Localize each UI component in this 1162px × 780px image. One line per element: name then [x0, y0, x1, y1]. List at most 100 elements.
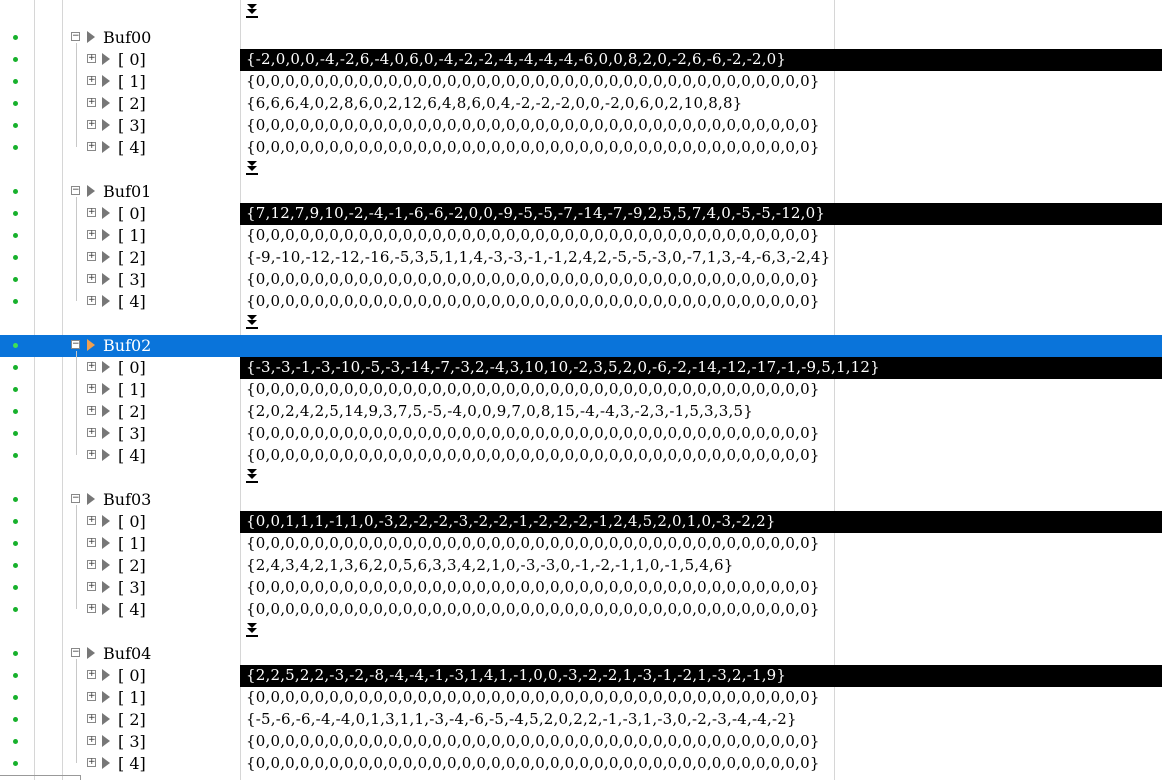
- status-dot: [13, 35, 18, 40]
- show-more-icon[interactable]: [246, 4, 258, 18]
- plus-box-icon[interactable]: +: [87, 252, 96, 261]
- item-value: {0,0,0,0,0,0,0,0,0,0,0,0,0,0,0,0,0,0,0,0…: [246, 270, 820, 288]
- tree-item-row[interactable]: + [ 4] {0,0,0,0,0,0,0,0,0,0,0,0,0,0,0,0,0,…: [0, 445, 1162, 467]
- plus-box-icon[interactable]: +: [87, 54, 96, 63]
- item-index-label: [ 4]: [118, 292, 146, 311]
- status-dot: [13, 541, 18, 546]
- tree-item-row[interactable]: + [ 1] {0,0,0,0,0,0,0,0,0,0,0,0,0,0,0,0,0,…: [0, 687, 1162, 709]
- arrow-node-icon: [102, 669, 110, 681]
- plus-box-icon[interactable]: +: [87, 76, 96, 85]
- tree-item-row[interactable]: + [ 1] {0,0,0,0,0,0,0,0,0,0,0,0,0,0,0,0,0,…: [0, 533, 1162, 555]
- item-value: {-3,-3,-1,-3,-10,-5,-3,-14,-7,-3,2,-4,3,…: [246, 358, 880, 376]
- status-dot: [13, 673, 18, 678]
- arrow-node-icon: [102, 97, 110, 109]
- group-name: Buf01: [103, 182, 152, 201]
- plus-box-icon[interactable]: +: [87, 516, 96, 525]
- plus-box-icon[interactable]: +: [87, 604, 96, 613]
- value-highlight: {0,0,1,1,1,-1,1,0,-3,2,-2,-2,-3,-2,-2,-1…: [240, 511, 1162, 533]
- arrow-node-icon: [102, 295, 110, 307]
- tree-item-row[interactable]: + [ 1] {0,0,0,0,0,0,0,0,0,0,0,0,0,0,0,0,0,…: [0, 379, 1162, 401]
- tree-item-row[interactable]: + [ 1] {0,0,0,0,0,0,0,0,0,0,0,0,0,0,0,0,0,…: [0, 225, 1162, 247]
- plus-box-icon[interactable]: +: [87, 692, 96, 701]
- item-value: {0,0,1,1,1,-1,1,0,-3,2,-2,-2,-3,-2,-2,-1…: [246, 512, 776, 530]
- item-value: {0,0,0,0,0,0,0,0,0,0,0,0,0,0,0,0,0,0,0,0…: [246, 226, 820, 244]
- item-index-label: [ 0]: [118, 666, 146, 685]
- plus-box-icon[interactable]: +: [87, 98, 96, 107]
- plus-box-icon[interactable]: +: [87, 362, 96, 371]
- status-dot: [13, 79, 18, 84]
- plus-box-icon[interactable]: +: [87, 714, 96, 723]
- minus-box-icon[interactable]: −: [71, 648, 80, 657]
- tree-item-row[interactable]: + [ 3] {0,0,0,0,0,0,0,0,0,0,0,0,0,0,0,0,0,…: [0, 423, 1162, 445]
- tree-group-buf04[interactable]: − Buf04: [0, 643, 1162, 665]
- plus-box-icon[interactable]: +: [87, 230, 96, 239]
- plus-box-icon[interactable]: +: [87, 582, 96, 591]
- tree-item-row[interactable]: + [ 3] {0,0,0,0,0,0,0,0,0,0,0,0,0,0,0,0,0,…: [0, 577, 1162, 599]
- plus-box-icon[interactable]: +: [87, 296, 96, 305]
- tree-group-buf01[interactable]: − Buf01: [0, 181, 1162, 203]
- show-more-icon[interactable]: [246, 161, 258, 175]
- minus-box-icon[interactable]: −: [71, 494, 80, 503]
- tree-item-row[interactable]: + [ 4] {0,0,0,0,0,0,0,0,0,0,0,0,0,0,0,0,0,…: [0, 599, 1162, 621]
- plus-box-icon[interactable]: +: [87, 384, 96, 393]
- plus-box-icon[interactable]: +: [87, 758, 96, 767]
- status-dot: [13, 651, 18, 656]
- item-value: {0,0,0,0,0,0,0,0,0,0,0,0,0,0,0,0,0,0,0,0…: [246, 578, 820, 596]
- group-name: Buf00: [103, 28, 152, 47]
- tree-group-buf03[interactable]: − Buf03: [0, 489, 1162, 511]
- tree-item-row[interactable]: + [ 3] {0,0,0,0,0,0,0,0,0,0,0,0,0,0,0,0,0,…: [0, 115, 1162, 137]
- plus-box-icon[interactable]: +: [87, 538, 96, 547]
- tree-item-row[interactable]: + [ 4] {0,0,0,0,0,0,0,0,0,0,0,0,0,0,0,0,0,…: [0, 753, 1162, 775]
- tree-item-row[interactable]: + [ 2] {2,4,3,4,2,1,3,6,2,0,5,6,3,3,4,2,1,…: [0, 555, 1162, 577]
- tree-item-row[interactable]: + [ 0] {2,2,5,2,2,-3,-2,-8,-4,-4,-1,-3,1,4…: [0, 665, 1162, 687]
- tree-item-row[interactable]: + [ 0] {0,0,1,1,1,-1,1,0,-3,2,-2,-2,-3,-2,…: [0, 511, 1162, 533]
- item-index-label: [ 3]: [118, 270, 146, 289]
- item-index-label: [ 3]: [118, 424, 146, 443]
- status-dot: [13, 233, 18, 238]
- tree-group-buf00[interactable]: − Buf00: [0, 27, 1162, 49]
- tree-item-row[interactable]: + [ 3] {0,0,0,0,0,0,0,0,0,0,0,0,0,0,0,0,0,…: [0, 731, 1162, 753]
- plus-box-icon[interactable]: +: [87, 450, 96, 459]
- tree-item-row[interactable]: + [ 0] {-2,0,0,0,-4,-2,6,-4,0,6,0,-4,-2,-2…: [0, 49, 1162, 71]
- plus-box-icon[interactable]: +: [87, 142, 96, 151]
- plus-box-icon[interactable]: +: [87, 406, 96, 415]
- tree-group-buf02[interactable]: − Buf02: [0, 335, 1162, 357]
- tree-item-row[interactable]: + [ 1] {0,0,0,0,0,0,0,0,0,0,0,0,0,0,0,0,0,…: [0, 71, 1162, 93]
- tree-item-row[interactable]: + [ 0] {7,12,7,9,10,-2,-4,-1,-6,-6,-2,0,0,…: [0, 203, 1162, 225]
- plus-box-icon[interactable]: +: [87, 670, 96, 679]
- plus-box-icon[interactable]: +: [87, 560, 96, 569]
- item-value: {0,0,0,0,0,0,0,0,0,0,0,0,0,0,0,0,0,0,0,0…: [246, 446, 820, 464]
- minus-box-icon[interactable]: −: [71, 186, 80, 195]
- item-index-label: [ 0]: [118, 50, 146, 69]
- plus-box-icon[interactable]: +: [87, 428, 96, 437]
- minus-box-icon[interactable]: −: [71, 340, 80, 349]
- arrow-node-icon: [102, 713, 110, 725]
- status-dot: [13, 101, 18, 106]
- tree-item-row[interactable]: + [ 2] {-5,-6,-6,-4,-4,0,1,3,1,1,-3,-4,-6,…: [0, 709, 1162, 731]
- tree-item-row[interactable]: + [ 2] {6,6,6,4,0,2,8,6,0,2,12,6,4,8,6,0,4…: [0, 93, 1162, 115]
- tree-item-row[interactable]: + [ 3] {0,0,0,0,0,0,0,0,0,0,0,0,0,0,0,0,0,…: [0, 269, 1162, 291]
- status-dot: [13, 563, 18, 568]
- item-index-label: [ 4]: [118, 138, 146, 157]
- plus-box-icon[interactable]: +: [87, 120, 96, 129]
- status-dot: [13, 761, 18, 766]
- plus-box-icon[interactable]: +: [87, 736, 96, 745]
- tree-item-row[interactable]: + [ 0] {-3,-3,-1,-3,-10,-5,-3,-14,-7,-3,2,…: [0, 357, 1162, 379]
- item-value: {0,0,0,0,0,0,0,0,0,0,0,0,0,0,0,0,0,0,0,0…: [246, 138, 820, 156]
- plus-box-icon[interactable]: +: [87, 274, 96, 283]
- arrow-node-icon: [102, 427, 110, 439]
- tree-item-row[interactable]: + [ 4] {0,0,0,0,0,0,0,0,0,0,0,0,0,0,0,0,0,…: [0, 291, 1162, 313]
- show-more-icon[interactable]: [246, 623, 258, 637]
- item-index-label: [ 2]: [118, 248, 146, 267]
- arrow-node-icon: [102, 581, 110, 593]
- tree-item-row[interactable]: + [ 2] {-9,-10,-12,-12,-16,-5,3,5,1,1,4,-3…: [0, 247, 1162, 269]
- show-more-icon[interactable]: [246, 315, 258, 329]
- status-dot: [13, 57, 18, 62]
- plus-box-icon[interactable]: +: [87, 208, 96, 217]
- tree-item-row[interactable]: + [ 4] {0,0,0,0,0,0,0,0,0,0,0,0,0,0,0,0,0,…: [0, 137, 1162, 159]
- show-more-icon[interactable]: [246, 469, 258, 483]
- arrow-node-icon: [102, 361, 110, 373]
- item-index-label: [ 2]: [118, 710, 146, 729]
- minus-box-icon[interactable]: −: [71, 32, 80, 41]
- tree-item-row[interactable]: + [ 2] {2,0,2,4,2,5,14,9,3,7,5,-5,-4,0,0,9…: [0, 401, 1162, 423]
